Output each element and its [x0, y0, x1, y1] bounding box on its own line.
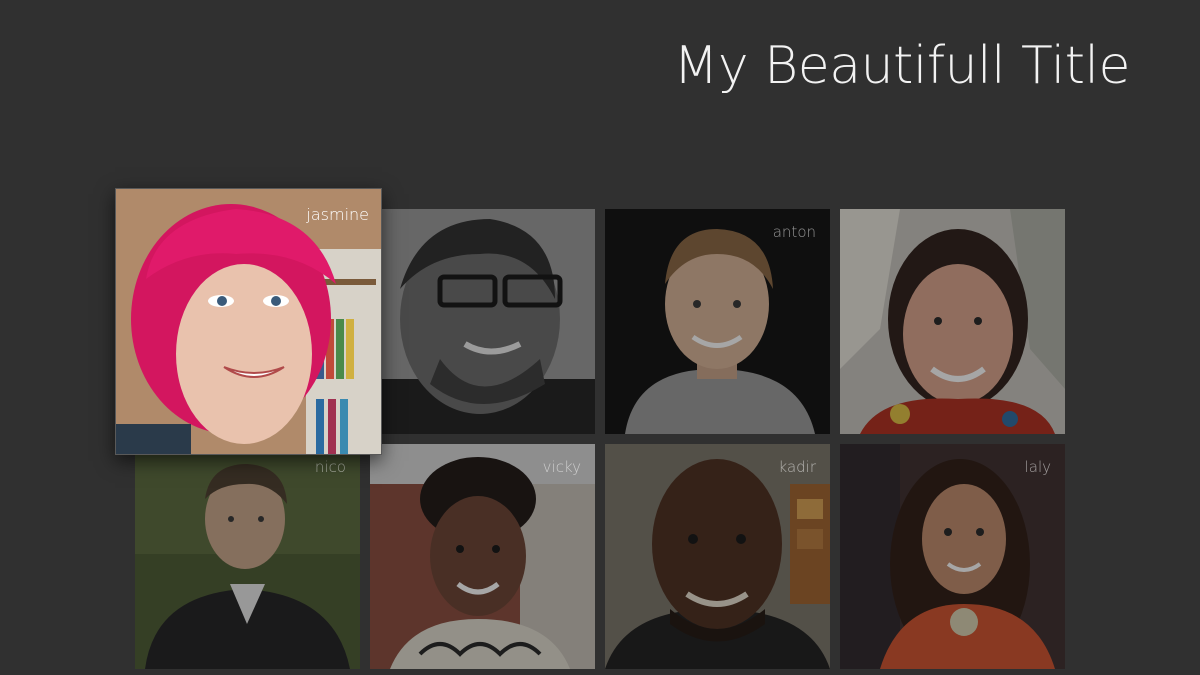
person-card-4[interactable]: [840, 209, 1065, 434]
person-card-vicky[interactable]: vicky: [370, 444, 595, 669]
person-name: anton: [772, 223, 816, 241]
person-name: nico: [314, 458, 346, 476]
person-photo: [116, 189, 381, 454]
person-photo: [605, 444, 830, 669]
person-card-2[interactable]: [370, 209, 595, 434]
person-card-kadir[interactable]: kadir: [605, 444, 830, 669]
person-photo: [840, 209, 1065, 434]
person-photo: [135, 444, 360, 669]
person-card-laly[interactable]: laly: [840, 444, 1065, 669]
person-card-nico[interactable]: nico: [135, 444, 360, 669]
person-photo: [370, 209, 595, 434]
person-name: kadir: [778, 458, 816, 476]
people-grid: jasmine anton nico vicky kadir laly: [115, 188, 1065, 669]
person-card-jasmine[interactable]: jasmine: [115, 188, 382, 455]
person-name: laly: [1024, 458, 1051, 476]
page-title: My Beautifull Title: [673, 36, 1131, 96]
person-name: vicky: [542, 458, 581, 476]
person-name: jasmine: [306, 205, 369, 224]
person-photo: [605, 209, 830, 434]
tv-app-screen: My Beautifull Title jasmine anton nico v…: [0, 0, 1200, 675]
person-photo: [370, 444, 595, 669]
person-card-anton[interactable]: anton: [605, 209, 830, 434]
person-photo: [840, 444, 1065, 669]
